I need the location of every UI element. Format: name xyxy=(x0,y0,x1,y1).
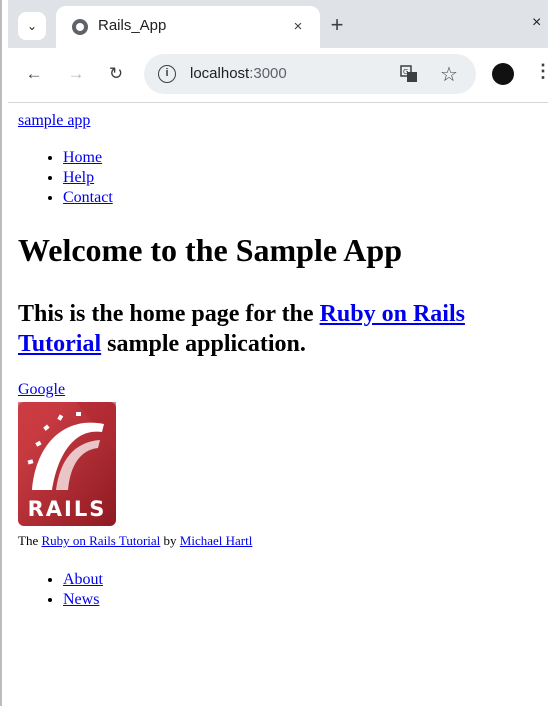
footer-credit: The Ruby on Rails Tutorial by Michael Ha… xyxy=(18,533,252,549)
nav-item-help: Help xyxy=(63,168,113,188)
reload-icon[interactable]: ↻ xyxy=(104,62,128,86)
footer-nav-item-about: About xyxy=(63,570,103,590)
menu-kebab-icon[interactable]: ⋮ xyxy=(534,61,548,82)
brand-link[interactable]: sample app xyxy=(18,112,90,130)
footer-link-about[interactable]: About xyxy=(63,571,103,588)
profile-avatar-icon[interactable] xyxy=(492,63,514,85)
rails-logo-text: RAILS xyxy=(28,497,107,521)
window-close-icon[interactable]: × xyxy=(532,14,548,36)
tab-title: Rails_App xyxy=(98,17,167,34)
address-bar[interactable]: i localhost:3000 G ☆ xyxy=(144,54,476,94)
footer-by: by xyxy=(160,533,180,548)
site-info-icon[interactable]: i xyxy=(158,65,176,83)
tab-search-chevron-icon[interactable]: ⌄ xyxy=(18,12,46,40)
subtitle-text-before: This is the home page for the xyxy=(18,301,320,327)
nav-link-help[interactable]: Help xyxy=(63,169,94,186)
address-url[interactable]: localhost:3000 xyxy=(190,65,287,82)
footer-nav: About News xyxy=(18,570,103,610)
page-subtitle: This is the home page for the Ruby on Ra… xyxy=(18,299,538,359)
nav-link-contact[interactable]: Contact xyxy=(63,189,113,206)
url-host: localhost xyxy=(190,65,250,82)
tab-close-icon[interactable]: × xyxy=(288,16,308,36)
toolbar-divider xyxy=(8,102,548,103)
page-title: Welcome to the Sample App xyxy=(18,232,402,268)
nav-item-contact: Contact xyxy=(63,188,113,208)
tab-bar: ⌄ Rails_App × + × xyxy=(8,0,548,48)
new-tab-icon[interactable]: + xyxy=(326,12,348,37)
browser-toolbar: ← → ↻ i localhost:3000 G ☆ ⋮ xyxy=(8,48,548,102)
nav-link-home[interactable]: Home xyxy=(63,149,102,166)
footer-nav-item-news: News xyxy=(63,590,103,610)
translate-icon[interactable]: G xyxy=(400,65,418,83)
footer-tutorial-link[interactable]: Ruby on Rails Tutorial xyxy=(41,533,160,548)
url-port: :3000 xyxy=(249,65,287,82)
header-nav: Home Help Contact xyxy=(18,148,113,208)
bookmark-star-icon[interactable]: ☆ xyxy=(440,62,458,87)
left-edge-line xyxy=(0,0,2,706)
rails-logo-icon[interactable]: RAILS xyxy=(18,402,116,526)
back-arrow-icon[interactable]: ← xyxy=(22,62,46,86)
footer-author-link[interactable]: Michael Hartl xyxy=(180,533,253,548)
forward-arrow-icon[interactable]: → xyxy=(64,62,88,86)
google-link[interactable]: Google xyxy=(18,381,65,399)
active-tab[interactable]: Rails_App × xyxy=(56,6,320,48)
browser-chrome: ⌄ Rails_App × + × ← → ↻ i localhost:3000… xyxy=(8,0,548,102)
footer-prefix: The xyxy=(18,533,42,548)
footer-link-news[interactable]: News xyxy=(63,591,99,608)
nav-item-home: Home xyxy=(63,148,113,168)
svg-text:G: G xyxy=(403,68,408,76)
subtitle-text-after: sample application. xyxy=(101,331,306,357)
globe-icon xyxy=(72,19,88,35)
